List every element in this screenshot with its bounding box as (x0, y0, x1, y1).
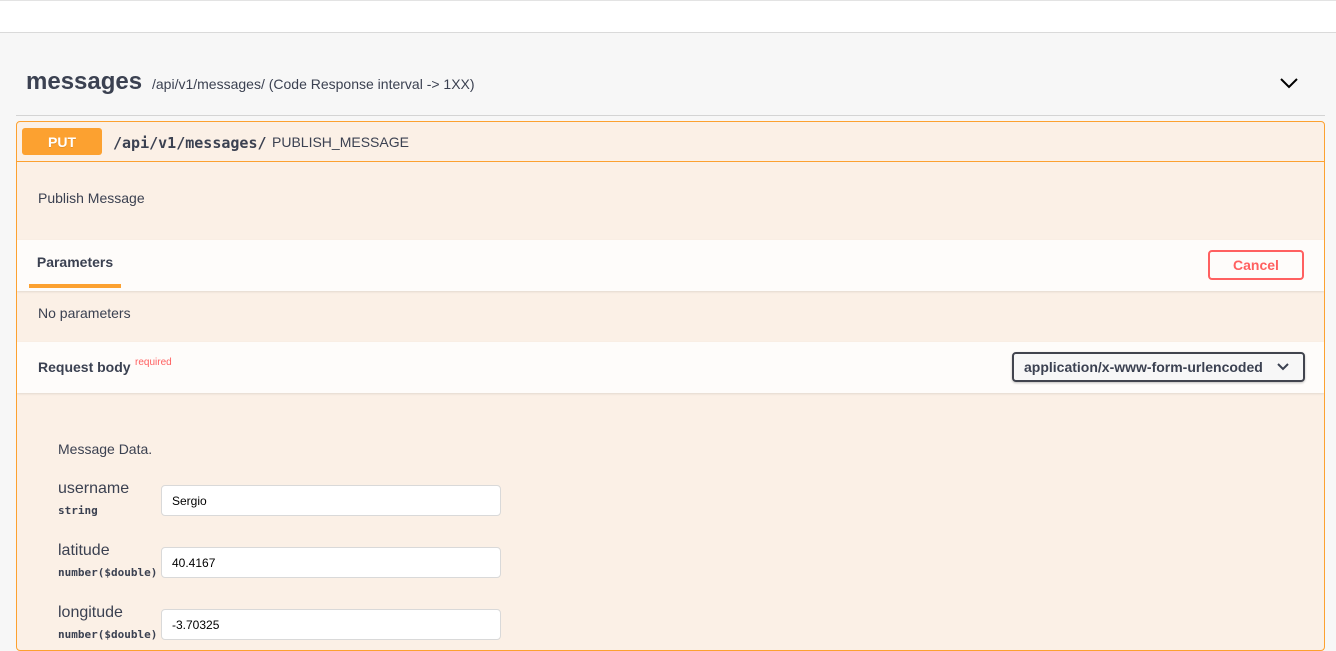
username-input[interactable] (161, 485, 501, 516)
request-body-header: Request body required application/x-www-… (17, 342, 1324, 393)
top-bar (0, 0, 1336, 33)
required-badge: required (135, 357, 172, 368)
tag-name[interactable]: messages (26, 68, 142, 96)
chevron-down-icon[interactable] (1278, 74, 1300, 92)
tag-section-header[interactable]: messages /api/v1/messages/ (Code Respons… (16, 60, 1325, 116)
field-name-latitude: latitude (58, 542, 110, 559)
operation-summary-text: PUBLISH_MESSAGE (272, 134, 409, 150)
content-type-value: application/x-www-form-urlencoded (1024, 359, 1263, 375)
operation-path: /api/v1/messages/ (113, 134, 267, 152)
operation-summary[interactable]: PUT /api/v1/messages/ PUBLISH_MESSAGE (17, 122, 1324, 162)
request-body-title: Request body (38, 359, 131, 375)
field-name-longitude: longitude (58, 604, 123, 621)
cancel-button[interactable]: Cancel (1208, 250, 1304, 280)
opblock-put: PUT /api/v1/messages/ PUBLISH_MESSAGE Pu… (16, 121, 1325, 651)
parameters-header: Parameters Cancel (17, 240, 1324, 291)
method-badge: PUT (22, 128, 102, 155)
form-description: Message Data. (58, 441, 153, 457)
tag-description: /api/v1/messages/ (Code Response interva… (152, 76, 475, 92)
tab-parameters[interactable]: Parameters (29, 240, 121, 288)
field-name-username: username (58, 480, 130, 497)
field-type-longitude: number($double) (58, 628, 158, 641)
no-parameters-text: No parameters (38, 305, 131, 321)
content-type-select[interactable]: application/x-www-form-urlencoded (1012, 352, 1305, 382)
operation-description: Publish Message (38, 190, 145, 206)
longitude-input[interactable] (161, 609, 501, 640)
chevron-down-icon (1277, 363, 1289, 371)
field-type-username: string (58, 504, 98, 517)
latitude-input[interactable] (161, 547, 501, 578)
field-type-latitude: number($double) (58, 566, 158, 579)
